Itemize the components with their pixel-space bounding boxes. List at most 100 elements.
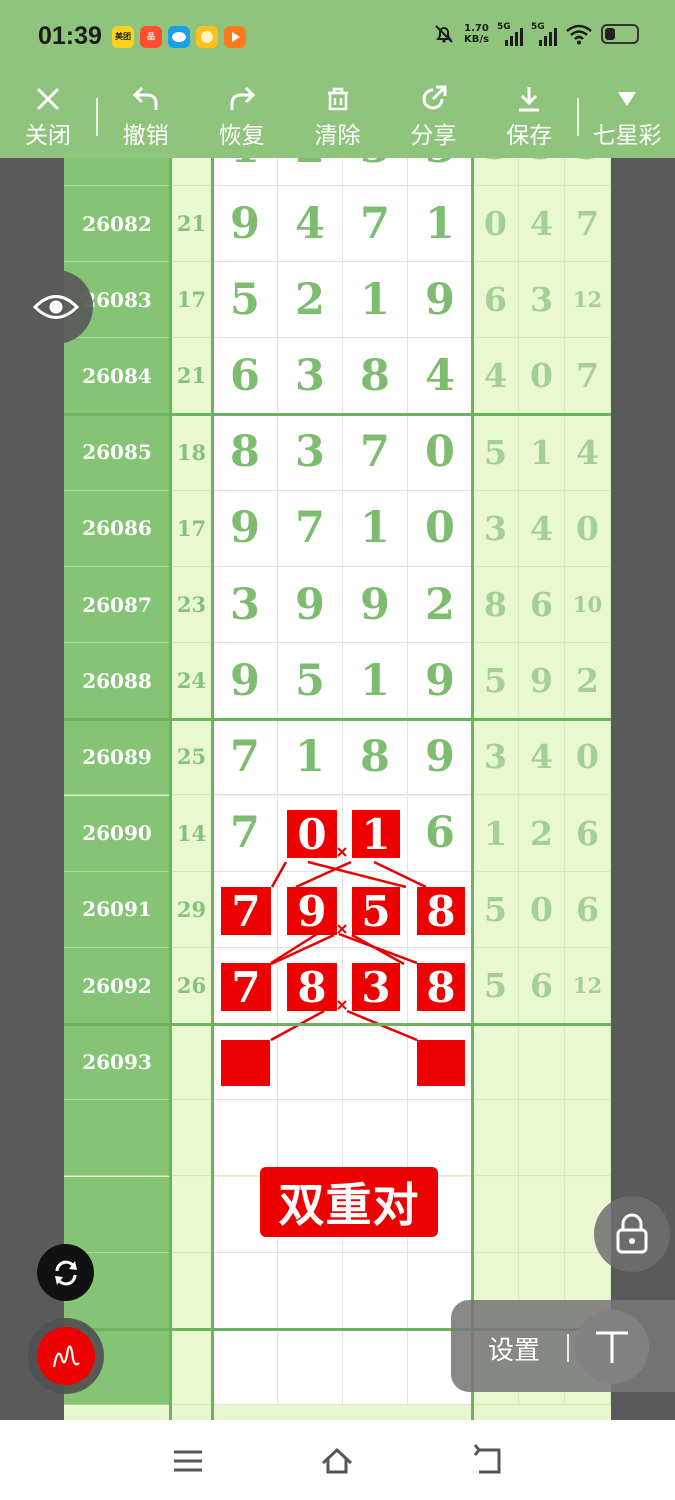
- video-app-icon: [224, 26, 246, 48]
- lottery-type-dropdown[interactable]: 七星彩: [579, 76, 675, 158]
- main-digit-cell: 1: [343, 262, 408, 339]
- drawing-toolbar: 关闭 撤销 恢复 清除 分享 保存 七星彩: [0, 76, 675, 158]
- table-row: 26082 21 9 4 7 1 0 4 7: [64, 186, 611, 262]
- highlight-box: 8: [287, 963, 337, 1012]
- group-divider: [169, 158, 172, 1420]
- issue-number: 26088: [64, 643, 170, 720]
- eye-icon: [33, 295, 79, 319]
- side-digit-cell: 4: [473, 338, 519, 415]
- main-digit-cell: [343, 1024, 408, 1101]
- settings-button[interactable]: 设置: [488, 1330, 540, 1367]
- main-digit-cell: 2: [278, 158, 343, 186]
- main-digit-cell: 0: [408, 490, 473, 567]
- group-divider: [64, 718, 611, 721]
- group-divider: [211, 158, 214, 1420]
- refresh-button[interactable]: [37, 1244, 94, 1301]
- home-icon[interactable]: [320, 1444, 354, 1478]
- visibility-toggle-button[interactable]: [19, 270, 93, 344]
- sum-cell: 23: [170, 567, 213, 643]
- main-digit-cell: 3: [343, 158, 408, 186]
- close-icon: [36, 87, 59, 111]
- pdd-icon: 品: [140, 26, 162, 48]
- issue-number: 26092: [64, 948, 170, 1024]
- status-indicators: 1.70 KB/s 5G 5G: [432, 22, 639, 46]
- side-digit-cell: 6: [565, 871, 611, 948]
- sum-cell: 18: [170, 414, 213, 491]
- main-digit-cell: 8: [343, 338, 408, 415]
- lock-button[interactable]: [594, 1196, 670, 1272]
- text-tool-button[interactable]: [575, 1310, 649, 1384]
- side-digit-cell: 5: [473, 643, 519, 720]
- main-digit-cell: 7: [343, 414, 408, 491]
- close-button[interactable]: 关闭: [0, 76, 96, 158]
- share-button[interactable]: 分享: [385, 76, 481, 158]
- sum-cell: [170, 1252, 213, 1329]
- signal-5g-2: 5G: [531, 22, 557, 46]
- clear-icon: [327, 87, 348, 111]
- side-digit-cell: 5: [473, 948, 519, 1024]
- side-digit-cell: 10: [565, 567, 611, 643]
- sum-cell: 14: [170, 795, 213, 872]
- main-digit-cell: 4: [278, 186, 343, 262]
- side-digit-cell: 3: [473, 490, 519, 567]
- highlight-box: 7: [221, 963, 271, 1012]
- settings-panel: 设置: [451, 1300, 675, 1392]
- highlight-box: 0: [287, 810, 337, 859]
- main-digit-cell: 8: [343, 719, 408, 796]
- battery-icon: [601, 24, 639, 44]
- side-digit-cell: 6: [565, 795, 611, 872]
- side-digit-cell: 9: [519, 643, 565, 720]
- download-icon: [519, 87, 540, 112]
- main-digit-cell: 9: [213, 490, 278, 567]
- main-digit-cell: 4: [408, 338, 473, 415]
- main-digit-cell: [278, 1100, 343, 1177]
- clear-button[interactable]: 清除: [290, 76, 386, 158]
- issue-number: 26084: [64, 338, 170, 415]
- side-digit-cell: 6: [473, 262, 519, 339]
- side-digit-cell: 3: [565, 158, 611, 186]
- lottery-trend-sheet[interactable]: 1 2 3 3 3 3 3 26082219471047260831752196…: [64, 158, 611, 1420]
- highlight-box: 8: [417, 887, 465, 936]
- group-divider: [471, 158, 474, 1420]
- main-digit-cell: 1: [343, 490, 408, 567]
- status-time: 01:39: [38, 22, 102, 50]
- side-digit-cell: [565, 1024, 611, 1101]
- table-row: 26083 17 5 2 1 9 6 3 12: [64, 262, 611, 339]
- table-row: 26091297958506: [64, 871, 611, 948]
- main-digit-cell: [408, 1100, 473, 1177]
- issue-number: 26090: [64, 795, 170, 872]
- side-digit-cell: 2: [519, 795, 565, 872]
- issue-cell: [64, 1100, 170, 1177]
- menu-icon[interactable]: [171, 1444, 205, 1478]
- main-digit-cell: 1: [213, 158, 278, 186]
- main-digit-cell: [213, 1100, 278, 1177]
- main-digit-cell: 6: [408, 795, 473, 872]
- coin-icon: [196, 26, 218, 48]
- redo-button[interactable]: 恢复: [194, 76, 290, 158]
- back-icon[interactable]: [471, 1444, 505, 1478]
- text-tool-icon: [596, 1331, 628, 1363]
- main-digit-cell: 9: [213, 186, 278, 262]
- undo-button[interactable]: 撤销: [98, 76, 194, 158]
- side-digit-cell: 3: [473, 158, 519, 186]
- sum-cell: 21: [170, 186, 213, 262]
- side-digit-cell: 3: [473, 719, 519, 796]
- sum-cell: [170, 1176, 213, 1253]
- side-digit-cell: 12: [565, 948, 611, 1024]
- issue-number: 26082: [64, 186, 170, 262]
- pattern-label-banner: 双重对: [260, 1167, 438, 1237]
- sum-cell: 17: [170, 262, 213, 339]
- pen-tool-button[interactable]: [28, 1318, 104, 1394]
- side-digit-cell: [473, 1024, 519, 1101]
- save-button[interactable]: 保存: [481, 76, 577, 158]
- main-digit-cell: 2: [408, 567, 473, 643]
- table-row: 260922678385612: [64, 948, 611, 1024]
- issue-number: 26089: [64, 719, 170, 796]
- table-row: 26084 21 6 3 8 4 4 0 7: [64, 338, 611, 415]
- settings-separator: [567, 1334, 569, 1362]
- prediction-box: [417, 1040, 465, 1086]
- system-nav-bar: [0, 1420, 675, 1500]
- main-digit-cell: 1: [343, 643, 408, 720]
- table-row: 26090147016126: [64, 795, 611, 872]
- main-digit-cell: [278, 1329, 343, 1405]
